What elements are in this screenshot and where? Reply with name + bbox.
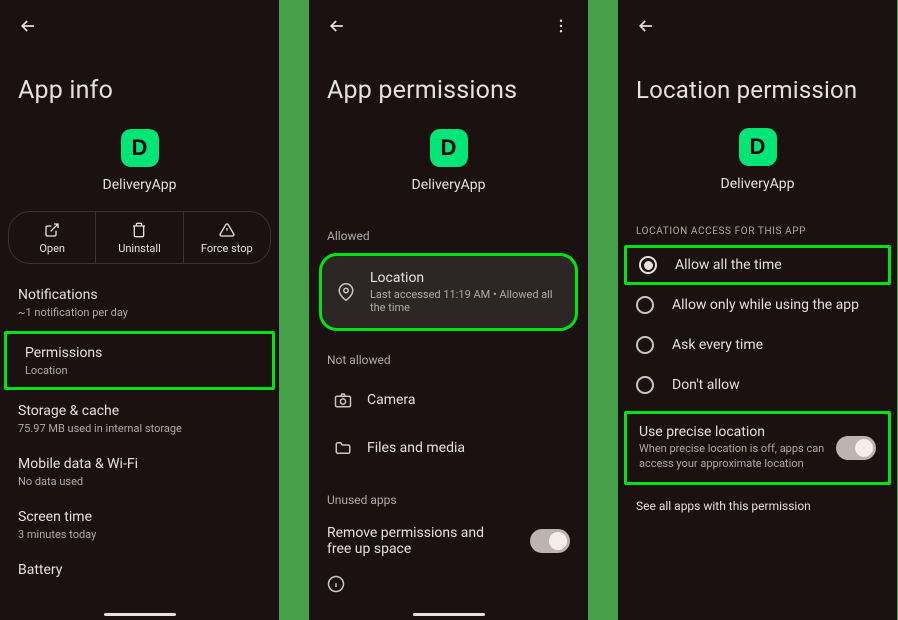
list-item-data[interactable]: Mobile data & Wi-Fi No data used <box>0 445 279 498</box>
remove-permissions-row[interactable]: Remove permissions and free up space <box>309 513 588 569</box>
radio-allow-all-time[interactable]: Allow all the time <box>624 245 891 285</box>
allowed-section-label: Allowed <box>309 211 588 249</box>
page-title: App permissions <box>309 48 588 121</box>
screen-app-info: App info D DeliveryApp Open Uninstall Fo… <box>0 0 279 620</box>
data-title: Mobile data & Wi-Fi <box>18 456 261 472</box>
permissions-title: Permissions <box>25 345 254 361</box>
uninstall-label: Uninstall <box>118 242 161 255</box>
forcestop-button[interactable]: Force stop <box>183 212 270 263</box>
radio-icon <box>636 336 654 354</box>
list-item-screentime[interactable]: Screen time 3 minutes today <box>0 498 279 551</box>
app-header: D DeliveryApp <box>0 121 279 211</box>
open-label: Open <box>39 242 65 255</box>
unused-section-label: Unused apps <box>309 475 588 513</box>
notallowed-section-label: Not allowed <box>309 335 588 373</box>
action-row: Open Uninstall Force stop <box>8 211 271 264</box>
app-header: D DeliveryApp <box>309 121 588 211</box>
perm-item-camera[interactable]: Camera <box>319 379 578 421</box>
radio-icon <box>636 376 654 394</box>
forcestop-label: Force stop <box>201 242 253 255</box>
precise-sub: When precise location is off, apps can a… <box>639 442 826 472</box>
app-icon: D <box>739 128 777 166</box>
storage-title: Storage & cache <box>18 403 261 419</box>
remove-permissions-label: Remove permissions and free up space <box>327 525 507 557</box>
back-icon[interactable] <box>636 16 656 40</box>
list-item-battery[interactable]: Battery <box>0 551 279 588</box>
screen-app-permissions: App permissions D DeliveryApp Allowed Lo… <box>309 0 588 620</box>
files-title: Files and media <box>367 440 465 456</box>
nav-indicator <box>104 613 176 616</box>
overflow-menu-icon[interactable] <box>552 17 570 39</box>
permissions-sub: Location <box>25 364 254 377</box>
back-icon[interactable] <box>327 16 347 40</box>
nav-indicator <box>413 613 485 616</box>
radio-label-0: Allow all the time <box>675 257 782 273</box>
back-icon[interactable] <box>18 16 38 40</box>
camera-title: Camera <box>367 392 416 408</box>
precise-location-row[interactable]: Use precise location When precise locati… <box>624 411 891 485</box>
list-item-storage[interactable]: Storage & cache 75.97 MB used in interna… <box>0 392 279 445</box>
radio-label-3: Don't allow <box>672 377 740 393</box>
camera-icon <box>333 391 353 409</box>
precise-location-toggle[interactable] <box>836 436 876 460</box>
folder-icon <box>333 439 353 457</box>
perm-item-location[interactable]: Location Last accessed 11:19 AM • Allowe… <box>319 253 578 331</box>
info-icon[interactable] <box>309 569 588 603</box>
location-sub: Last accessed 11:19 AM • Allowed all the… <box>370 288 561 314</box>
radio-icon <box>636 296 654 314</box>
screentime-title: Screen time <box>18 509 261 525</box>
radio-label-2: Ask every time <box>672 337 763 353</box>
radio-icon <box>639 256 657 274</box>
screentime-sub: 3 minutes today <box>18 528 261 541</box>
remove-permissions-toggle[interactable] <box>530 529 570 553</box>
app-icon: D <box>430 129 468 167</box>
uninstall-button[interactable]: Uninstall <box>95 212 182 263</box>
battery-title: Battery <box>18 562 261 578</box>
location-access-section-label: Location access for this app <box>618 210 897 245</box>
precise-title: Use precise location <box>639 424 826 440</box>
radio-label-1: Allow only while using the app <box>672 297 859 313</box>
list-item-permissions[interactable]: Permissions Location <box>4 331 275 390</box>
page-title: App info <box>0 48 279 121</box>
app-name-label: DeliveryApp <box>103 177 177 193</box>
location-title: Location <box>370 270 561 286</box>
open-button[interactable]: Open <box>9 212 95 263</box>
radio-allow-while-using[interactable]: Allow only while using the app <box>618 285 897 325</box>
page-title: Location permission <box>618 48 897 120</box>
notifications-title: Notifications <box>18 287 261 303</box>
radio-dont-allow[interactable]: Don't allow <box>618 365 897 405</box>
notifications-sub: ~1 notification per day <box>18 306 261 319</box>
app-header: D DeliveryApp <box>618 120 897 210</box>
settings-list: Notifications ~1 notification per day Pe… <box>0 264 279 588</box>
data-sub: No data used <box>18 475 261 488</box>
radio-ask-every-time[interactable]: Ask every time <box>618 325 897 365</box>
app-name-label: DeliveryApp <box>721 176 795 192</box>
list-item-notifications[interactable]: Notifications ~1 notification per day <box>0 276 279 329</box>
storage-sub: 75.97 MB used in internal storage <box>18 422 261 435</box>
app-name-label: DeliveryApp <box>412 177 486 193</box>
app-icon: D <box>121 129 159 167</box>
screen-location-permission: Location permission D DeliveryApp Locati… <box>618 0 897 620</box>
location-icon <box>336 283 356 301</box>
perm-item-files[interactable]: Files and media <box>319 427 578 469</box>
see-all-apps-link[interactable]: See all apps with this permission <box>618 485 897 527</box>
